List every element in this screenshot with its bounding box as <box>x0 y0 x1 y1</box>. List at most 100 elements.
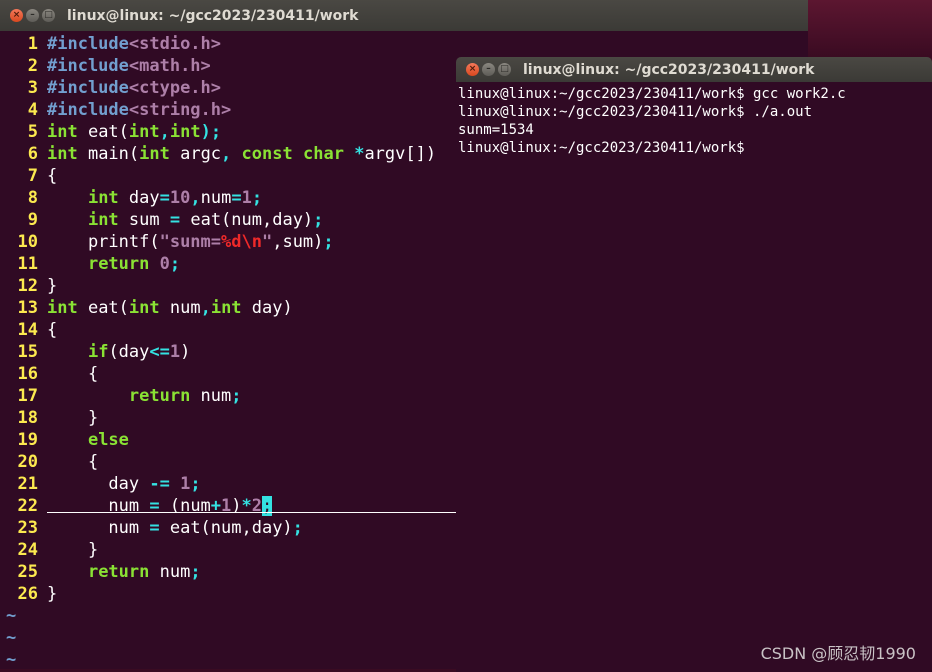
code-token: int <box>47 144 78 164</box>
code-token: (day <box>108 342 150 362</box>
code-line[interactable]: 6 int main(int argc, const char *argv[]) <box>0 143 436 165</box>
code-token: "sunm= <box>159 232 222 252</box>
code-token: %d\n <box>221 232 262 252</box>
code-line[interactable]: 9 int sum = eat(num,day); <box>0 209 324 231</box>
close-icon[interactable]: × <box>10 9 23 22</box>
code-token: ; <box>190 562 201 582</box>
line-number: 26 <box>17 584 38 604</box>
code-token: else <box>87 430 129 450</box>
code-line[interactable]: 22 num = (num+1)*2; <box>0 495 273 517</box>
minimize-icon[interactable]: – <box>26 9 39 22</box>
terminal-output[interactable]: linux@linux:~/gcc2023/230411/work$ gcc w… <box>456 82 932 672</box>
code-token: <math.h> <box>128 56 211 76</box>
code-line[interactable]: 4 #include<string.h> <box>0 99 232 121</box>
code-token: num <box>47 518 150 538</box>
text-cursor: ; <box>262 496 273 516</box>
code-token: eat(num,day) <box>180 210 314 230</box>
code-line[interactable]: 10 printf("sunm=%d\n",sum); <box>0 231 334 253</box>
code-line[interactable]: 11 return 0; <box>0 253 181 275</box>
terminal-window-titlebar[interactable]: × – □ linux@linux: ~/gcc2023/230411/work <box>456 57 932 82</box>
code-token: const <box>241 144 293 164</box>
code-token: } <box>47 276 58 296</box>
code-line[interactable]: 18 } <box>0 407 99 429</box>
code-line[interactable]: 12} <box>0 275 58 297</box>
code-line[interactable]: 23 num = eat(num,day); <box>0 517 303 539</box>
line-number: 8 <box>27 188 38 208</box>
code-token: 0 <box>159 254 170 274</box>
code-token: ; <box>292 518 303 538</box>
code-token: #include <box>47 34 129 54</box>
maximize-icon[interactable]: □ <box>498 63 511 76</box>
code-line[interactable]: 8 int day=10,num=1; <box>0 187 262 209</box>
code-line[interactable]: 3 #include<ctype.h> <box>0 77 221 99</box>
code-line[interactable]: 7{ <box>0 165 58 187</box>
code-line[interactable]: 5 int eat(int,int); <box>0 121 221 143</box>
code-line[interactable]: 13 int eat(int num,int day) <box>0 297 293 319</box>
code-line[interactable]: 20 { <box>0 451 99 473</box>
code-token: 1 <box>221 496 232 516</box>
code-token: { <box>47 452 99 472</box>
code-token: num <box>159 298 201 318</box>
code-token: ; <box>231 386 242 406</box>
code-line[interactable]: 19 else <box>0 429 129 451</box>
code-token: main( <box>77 144 140 164</box>
code-line[interactable]: 17 return num; <box>0 385 242 407</box>
code-line[interactable]: 15 if(day<=1) <box>0 341 191 363</box>
code-line[interactable]: 24 } <box>0 539 99 561</box>
code-token: = <box>231 188 242 208</box>
code-token: day <box>47 474 150 494</box>
code-token: char <box>302 144 344 164</box>
code-token: = <box>149 496 160 516</box>
line-number: 22 <box>17 496 38 516</box>
maximize-icon[interactable]: □ <box>42 9 55 22</box>
code-token: return <box>128 386 191 406</box>
terminal-window-controls: × – □ <box>466 63 511 76</box>
code-token: -= <box>149 474 170 494</box>
vim-window-controls: × – □ <box>10 9 55 22</box>
code-line[interactable]: 2 #include<math.h> <box>0 55 211 77</box>
close-icon[interactable]: × <box>466 63 479 76</box>
code-token: int <box>210 298 242 318</box>
code-token: day) <box>241 298 293 318</box>
code-token: ) <box>180 342 191 362</box>
code-line[interactable]: 26} <box>0 583 58 605</box>
code-token: int <box>47 122 78 142</box>
code-token: argv[]) <box>364 144 437 164</box>
code-token: , <box>159 122 170 142</box>
desktop-background <box>808 0 932 57</box>
code-token: { <box>47 166 58 186</box>
line-number: 9 <box>27 210 38 230</box>
code-line[interactable]: 16 { <box>0 363 99 385</box>
code-line[interactable]: 25 return num; <box>0 561 201 583</box>
code-line[interactable]: 1 #include<stdio.h> <box>0 33 221 55</box>
line-number: 14 <box>17 320 38 340</box>
code-line[interactable]: 21 day -= 1; <box>0 473 201 495</box>
line-number: 1 <box>27 34 38 54</box>
code-token: eat( <box>77 298 129 318</box>
vim-window-titlebar[interactable]: × – □ linux@linux: ~/gcc2023/230411/work <box>0 0 808 31</box>
code-token: printf( <box>47 232 160 252</box>
code-token: } <box>47 540 99 560</box>
code-token: ; <box>313 210 324 230</box>
code-token: ; <box>190 474 201 494</box>
code-token: ; <box>251 188 263 208</box>
line-number: 5 <box>27 122 38 142</box>
line-number: 3 <box>27 78 38 98</box>
line-number: 15 <box>17 342 38 362</box>
minimize-icon[interactable]: – <box>482 63 495 76</box>
code-line[interactable]: 14 { <box>0 319 58 341</box>
code-token: 2 <box>251 496 263 516</box>
terminal-line: linux@linux:~/gcc2023/230411/work$ gcc w… <box>458 86 846 102</box>
code-token: int <box>169 122 201 142</box>
line-number: 20 <box>17 452 38 472</box>
code-token: 10 <box>169 188 191 208</box>
code-token: ; <box>169 254 181 274</box>
line-number: 24 <box>17 540 38 560</box>
